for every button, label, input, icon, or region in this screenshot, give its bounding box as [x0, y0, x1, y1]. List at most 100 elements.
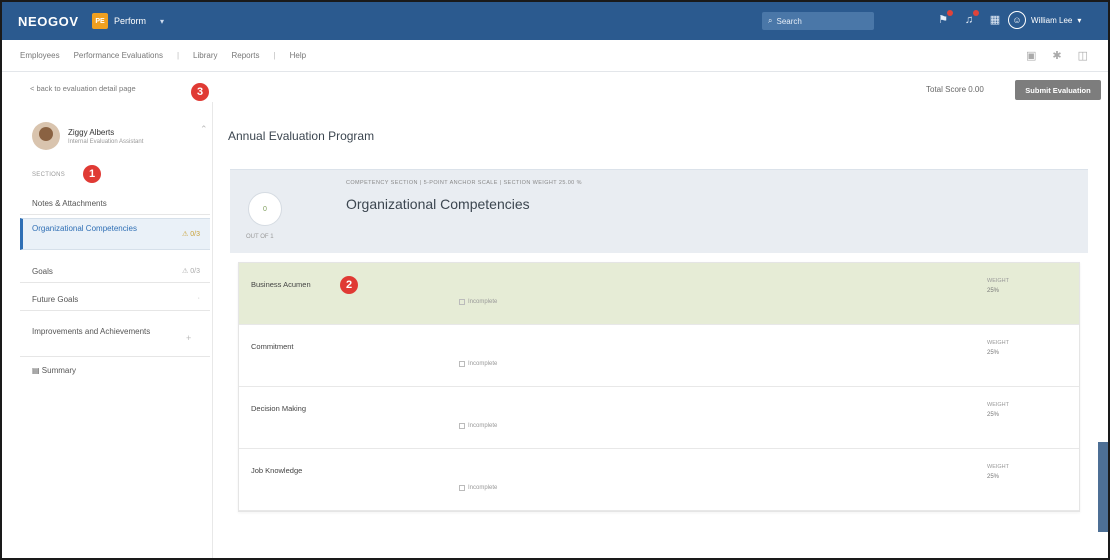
callout-marker-3: 3 [191, 83, 209, 101]
checkbox-icon [459, 361, 465, 367]
main-nav: Employees Performance Evaluations | Libr… [2, 40, 1108, 72]
competency-name: Decision Making [251, 404, 307, 413]
search-box[interactable]: ⌕ Search [762, 12, 874, 30]
warning-count: ⚠ 0/3 [182, 231, 200, 238]
settings-icon[interactable]: ✱ [1052, 49, 1061, 62]
competency-list: Business Acumen Incomplete WEIGHT 25% Co… [238, 262, 1080, 512]
avatar-icon: ☺ [1008, 11, 1026, 29]
brand-logo[interactable]: NEOGOV [18, 14, 79, 29]
sidebar-item-improvements[interactable]: Improvements and Achievements [20, 327, 170, 338]
alert-icon[interactable]: ⚑ [936, 10, 953, 27]
nav-help[interactable]: Help [290, 51, 306, 60]
sidebar-item-label: Improvements and Achievements [32, 327, 151, 336]
apps-icon[interactable]: ▦ [988, 13, 1002, 27]
product-switcher[interactable]: PE Perform ▾ [92, 13, 164, 29]
employee-profile[interactable]: Ziggy Alberts Internal Evaluation Assist… [32, 122, 143, 150]
product-name: Perform [114, 16, 147, 26]
back-to-detail-link[interactable]: < back to evaluation detail page [30, 84, 136, 93]
nav-library[interactable]: Library [193, 51, 217, 60]
sidebar-item-label: Organizational Competencies [32, 224, 137, 233]
notification-dot [973, 10, 979, 16]
nav-performance-evaluations[interactable]: Performance Evaluations [74, 51, 163, 60]
checkbox-icon [459, 423, 465, 429]
nav-right-icons: ▣ ✱ ◫ [1026, 49, 1088, 62]
weight-value: 25% [987, 474, 1000, 480]
competency-status: Incomplete [459, 485, 497, 491]
add-icon[interactable]: + [186, 333, 191, 343]
sidebar-item-label: Future Goals [32, 295, 79, 304]
section-score: 0 [263, 205, 267, 213]
sidebar-divider [20, 282, 210, 283]
competency-row[interactable]: Decision Making Incomplete WEIGHT 25% [239, 387, 1079, 449]
feedback-tab[interactable] [1098, 442, 1108, 532]
search-icon: ⌕ [768, 16, 773, 25]
sidebar-item-notes[interactable]: Notes & Attachments [20, 199, 210, 208]
section-meta: COMPETENCY SECTION | 5-POINT ANCHOR SCAL… [346, 180, 582, 186]
top-bar: NEOGOV PE Perform ▾ ⌕ Search ⚑ ♫ ▦ ☺ Wil… [2, 2, 1108, 40]
user-name: William Lee [1031, 15, 1073, 25]
product-badge: PE [92, 13, 108, 29]
page-title: Annual Evaluation Program [228, 129, 375, 143]
nav-divider: | [176, 51, 180, 60]
checkbox-icon [459, 485, 465, 491]
weight-label: WEIGHT [987, 402, 1009, 408]
weight-label: WEIGHT [987, 464, 1009, 470]
competency-row[interactable]: Commitment Incomplete WEIGHT 25% [239, 325, 1079, 387]
employee-subtitle: Internal Evaluation Assistant [68, 138, 144, 145]
nav-employees[interactable]: Employees [20, 51, 60, 60]
section-score-label: OUT OF 1 [246, 234, 274, 240]
sidebar-divider [20, 214, 210, 215]
avatar [32, 122, 60, 150]
app-window: NEOGOV PE Perform ▾ ⌕ Search ⚑ ♫ ▦ ☺ Wil… [0, 0, 1110, 560]
weight-value: 25% [987, 350, 1000, 356]
competency-status: Incomplete [459, 361, 497, 367]
export-icon[interactable]: ◫ [1078, 49, 1088, 62]
sidebar: Ziggy Alberts Internal Evaluation Assist… [10, 114, 212, 558]
ellipsis-icon: · [197, 295, 200, 302]
employee-name: Ziggy Alberts [68, 127, 115, 137]
search-label: Search [776, 16, 802, 26]
print-icon[interactable]: ▣ [1026, 49, 1036, 62]
goals-count: ⚠ 0/3 [182, 268, 200, 275]
checkbox-icon [459, 299, 465, 305]
total-score: Total Score 0.00 [926, 85, 984, 94]
competency-name: Job Knowledge [251, 466, 303, 475]
sidebar-item-label: Summary [41, 366, 77, 375]
nav-divider: | [273, 51, 276, 60]
chevron-up-icon[interactable]: ⌃ [200, 124, 208, 135]
section-score-circle: 0 [248, 192, 282, 226]
weight-value: 25% [987, 288, 1000, 294]
sidebar-item-future-goals[interactable]: Future Goals · [20, 295, 210, 304]
section-header-card: 0 OUT OF 1 COMPETENCY SECTION | 5-POINT … [230, 169, 1088, 253]
competency-row[interactable]: Business Acumen Incomplete WEIGHT 25% [239, 263, 1079, 325]
chevron-down-icon: ▾ [160, 16, 165, 26]
competency-name: Commitment [251, 342, 294, 351]
document-icon: ▤ [32, 366, 40, 375]
nav-reports[interactable]: Reports [232, 51, 260, 60]
submit-evaluation-button[interactable]: Submit Evaluation [1015, 80, 1101, 100]
competency-row[interactable]: Job Knowledge Incomplete WEIGHT 25% [239, 449, 1079, 511]
weight-label: WEIGHT [987, 278, 1009, 284]
chevron-down-icon: ▾ [1077, 15, 1082, 25]
callout-marker-2: 2 [340, 276, 358, 294]
bell-icon[interactable]: ♫ [962, 10, 979, 27]
sidebar-item-label: Notes & Attachments [32, 199, 107, 208]
competency-status: Incomplete [459, 423, 497, 429]
sidebar-divider [20, 310, 210, 311]
sidebar-item-organizational-competencies[interactable]: Organizational Competencies ⚠ 0/3 [20, 218, 210, 250]
sidebar-item-label: Goals [32, 267, 53, 276]
weight-value: 25% [987, 412, 1000, 418]
weight-label: WEIGHT [987, 340, 1009, 346]
sidebar-item-goals[interactable]: Goals ⚠ 0/3 [20, 267, 210, 276]
section-title: Organizational Competencies [346, 196, 530, 212]
sections-label: SECTIONS [32, 172, 66, 178]
callout-marker-1: 1 [83, 165, 101, 183]
sidebar-divider [20, 356, 210, 357]
sidebar-item-summary[interactable]: ▤ Summary [20, 366, 210, 375]
notification-dot [947, 10, 953, 16]
competency-status: Incomplete [459, 299, 497, 305]
competency-name: Business Acumen [251, 280, 311, 289]
user-menu[interactable]: ☺ William Lee ▾ [1008, 11, 1081, 29]
top-icons: ⚑ ♫ ▦ [936, 10, 1002, 27]
sidebar-separator [212, 102, 213, 558]
